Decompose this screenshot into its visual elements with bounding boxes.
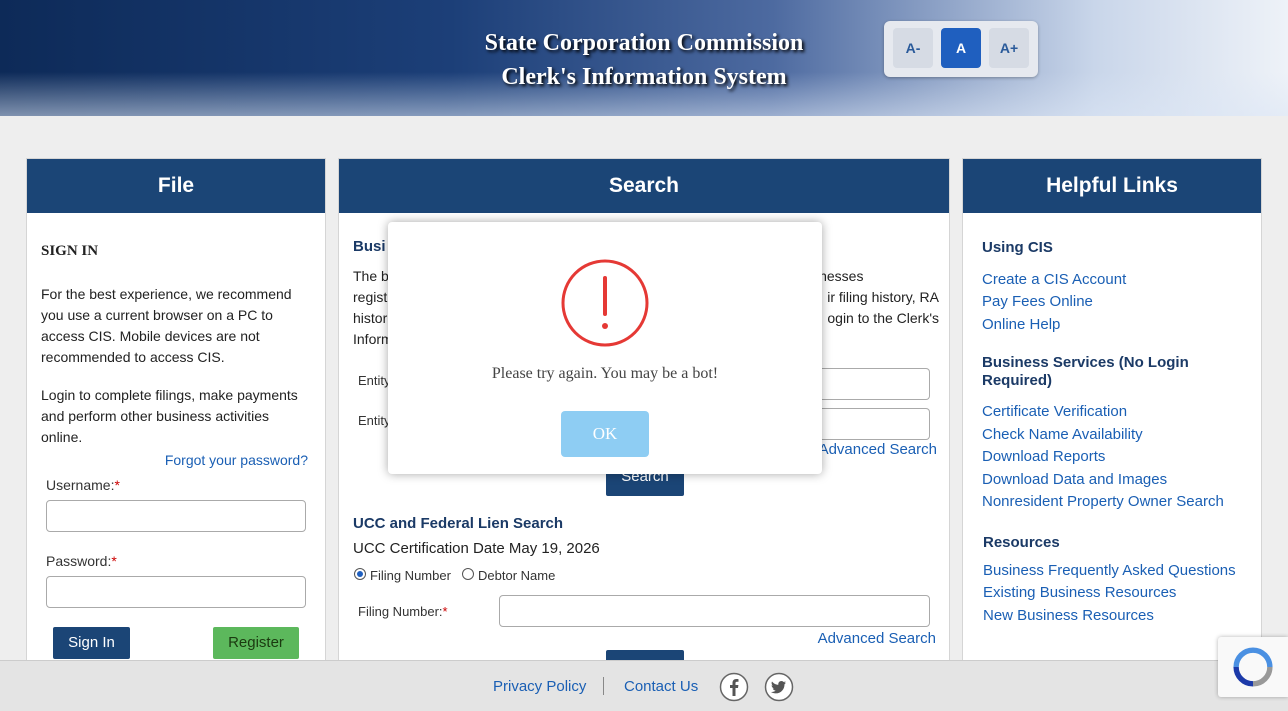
register-button[interactable]: Register (213, 627, 299, 659)
login-info-text: Login to complete filings, make payments… (41, 387, 298, 445)
font-size-controls: A- A A+ (884, 21, 1038, 77)
ucc-certification-date: UCC Certification Date May 19, 2026 (353, 540, 600, 557)
business-faq-link[interactable]: Business Frequently Asked Questions (983, 562, 1236, 579)
search-panel-heading: Search (339, 159, 949, 213)
business-intro-right: sinesses ir filing history, RA ogin to t… (809, 268, 939, 326)
file-panel-heading: File (27, 159, 325, 213)
filing-number-label: Filing Number:* (358, 604, 448, 619)
modal-message: Please try again. You may be a bot! (491, 365, 719, 382)
new-business-link[interactable]: New Business Resources (983, 607, 1154, 624)
filing-number-radio-label: Filing Number (370, 568, 451, 583)
password-label: Password:* (46, 553, 117, 569)
signin-title: SIGN IN (41, 243, 99, 259)
entity-name-label: Entity (358, 373, 391, 388)
helpful-links-panel: Helpful Links Using CIS Create a CIS Acc… (962, 158, 1262, 678)
business-advanced-search-link[interactable]: Advanced Search (817, 439, 937, 460)
business-search-title: Busi (353, 238, 386, 255)
using-cis-title: Using CIS (982, 239, 1053, 256)
bot-warning-modal: Please try again. You may be a bot! OK (388, 222, 822, 474)
browser-recommendation-text: For the best experience, we recommend yo… (41, 286, 292, 365)
site-title: State Corporation Commission Clerk's Inf… (394, 26, 894, 94)
ucc-search-title: UCC and Federal Lien Search (353, 515, 564, 532)
site-footer: Privacy Policy Contact Us (0, 660, 1288, 711)
font-normal-button[interactable]: A (941, 28, 981, 68)
ucc-advanced-search-link[interactable]: Advanced Search (809, 628, 936, 649)
resources-title: Resources (983, 534, 1060, 551)
filing-number-radio[interactable] (354, 568, 366, 580)
site-title-line2: Clerk's Information System (501, 64, 787, 90)
footer-divider (603, 677, 604, 695)
check-name-link[interactable]: Check Name Availability (982, 426, 1143, 443)
signin-button[interactable]: Sign In (53, 627, 130, 659)
download-data-link[interactable]: Download Data and Images (982, 471, 1167, 488)
debtor-name-radio-label: Debtor Name (478, 568, 556, 583)
certificate-verification-link[interactable]: Certificate Verification (982, 403, 1127, 420)
download-reports-link[interactable]: Download Reports (982, 448, 1105, 465)
username-label: Username:* (46, 477, 120, 493)
create-account-link[interactable]: Create a CIS Account (982, 271, 1126, 288)
password-input[interactable] (46, 576, 306, 608)
recaptcha-icon (1233, 647, 1273, 687)
facebook-icon[interactable] (719, 672, 749, 702)
site-header: State Corporation Commission Clerk's Inf… (0, 0, 1288, 116)
debtor-name-radio[interactable] (462, 568, 474, 580)
business-services-title: Business Services (No Login Required) (982, 354, 1189, 389)
helpful-links-heading: Helpful Links (963, 159, 1261, 213)
forgot-password-link[interactable]: Forgot your password? (153, 450, 308, 471)
font-increase-button[interactable]: A+ (989, 28, 1029, 68)
pay-fees-link[interactable]: Pay Fees Online (982, 293, 1093, 310)
nonresident-search-link[interactable]: Nonresident Property Owner Search (982, 493, 1224, 510)
file-panel: File SIGN IN For the best experience, we… (26, 158, 326, 678)
site-title-line1: State Corporation Commission (484, 30, 804, 56)
twitter-icon[interactable] (764, 672, 794, 702)
modal-ok-button[interactable]: OK (561, 411, 649, 457)
recaptcha-badge[interactable] (1218, 637, 1288, 697)
font-decrease-button[interactable]: A- (893, 28, 933, 68)
online-help-link[interactable]: Online Help (982, 316, 1060, 333)
exclamation-circle-icon (561, 259, 649, 347)
privacy-policy-link[interactable]: Privacy Policy (493, 678, 586, 695)
existing-business-link[interactable]: Existing Business Resources (983, 584, 1176, 601)
entity-id-label: Entity (358, 413, 391, 428)
filing-number-input[interactable] (499, 595, 930, 627)
username-input[interactable] (46, 500, 306, 532)
contact-us-link[interactable]: Contact Us (624, 678, 698, 695)
